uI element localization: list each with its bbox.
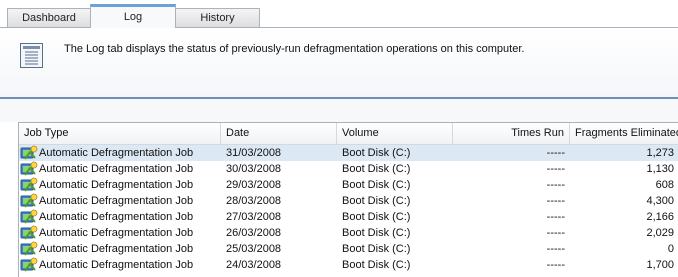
date-cell: 31/03/2008 — [226, 147, 282, 159]
fragments-eliminated-cell: 1,273 — [646, 147, 674, 159]
volume-cell: Boot Disk (C:) — [342, 179, 411, 191]
defrag-job-icon — [20, 209, 38, 225]
defrag-job-icon — [20, 177, 38, 193]
column-header-date[interactable]: Date — [221, 123, 337, 144]
table-row[interactable]: Automatic Defragmentation Job 25/03/2008 B… — [19, 241, 678, 257]
column-header-volume[interactable]: Volume — [337, 123, 453, 144]
defrag-job-icon — [20, 161, 38, 177]
table-row[interactable]: Automatic Defragmentation Job 28/03/2008 B… — [19, 193, 678, 209]
job-type-cell: Automatic Defragmentation Job — [39, 211, 194, 223]
job-type-cell: Automatic Defragmentation Job — [39, 195, 194, 207]
volume-cell: Boot Disk (C:) — [342, 147, 411, 159]
fragments-eliminated-cell: 1,130 — [646, 163, 674, 175]
date-cell: 25/03/2008 — [226, 243, 282, 255]
times-run-cell: ----- — [546, 227, 565, 239]
fragments-eliminated-cell: 1,700 — [646, 259, 674, 271]
date-cell: 26/03/2008 — [226, 227, 282, 239]
column-header-times-run[interactable]: Times Run — [453, 123, 570, 144]
panel-gap — [0, 99, 678, 122]
tab-dashboard[interactable]: Dashboard — [7, 8, 91, 27]
times-run-cell: ----- — [546, 163, 565, 175]
log-table[interactable]: Job Type Date Volume Times Run Fragments… — [18, 122, 678, 277]
tab-log[interactable]: Log — [90, 4, 176, 28]
job-type-cell: Automatic Defragmentation Job — [39, 147, 194, 159]
fragments-eliminated-cell: 0 — [667, 243, 674, 255]
defrag-job-icon — [20, 193, 38, 209]
date-cell: 30/03/2008 — [226, 163, 282, 175]
defrag-job-icon — [20, 225, 38, 241]
table-row[interactable]: Automatic Defragmentation Job 27/03/2008 B… — [19, 209, 678, 225]
column-header-job-type[interactable]: Job Type — [19, 123, 221, 144]
fragments-eliminated-cell: 4,300 — [646, 195, 674, 207]
times-run-cell: ----- — [546, 211, 565, 223]
table-row[interactable]: Automatic Defragmentation Job 26/03/2008 B… — [19, 225, 678, 241]
times-run-cell: ----- — [546, 147, 565, 159]
volume-cell: Boot Disk (C:) — [342, 163, 411, 175]
info-description: The Log tab displays the status of previ… — [64, 43, 525, 55]
info-panel — [0, 28, 678, 98]
date-cell: 28/03/2008 — [226, 195, 282, 207]
job-type-cell: Automatic Defragmentation Job — [39, 163, 194, 175]
defrag-job-icon — [20, 241, 38, 257]
volume-cell: Boot Disk (C:) — [342, 259, 411, 271]
times-run-cell: ----- — [546, 195, 565, 207]
defrag-job-icon — [20, 257, 38, 273]
defrag-job-icon — [20, 145, 38, 161]
fragments-eliminated-cell: 2,166 — [646, 211, 674, 223]
column-header-fragments-eliminated[interactable]: Fragments Eliminated — [570, 123, 678, 144]
date-cell: 29/03/2008 — [226, 179, 282, 191]
times-run-cell: ----- — [546, 243, 565, 255]
tab-strip: Dashboard Log History — [0, 0, 678, 28]
job-type-cell: Automatic Defragmentation Job — [39, 227, 194, 239]
job-type-cell: Automatic Defragmentation Job — [39, 259, 194, 271]
volume-cell: Boot Disk (C:) — [342, 243, 411, 255]
table-row[interactable]: Automatic Defragmentation Job 24/03/2008 B… — [19, 257, 678, 273]
table-row[interactable]: Automatic Defragmentation Job 29/03/2008 B… — [19, 177, 678, 193]
fragments-eliminated-cell: 608 — [655, 179, 674, 191]
table-row[interactable]: Automatic Defragmentation Job 30/03/2008 B… — [19, 161, 678, 177]
date-cell: 24/03/2008 — [226, 259, 282, 271]
table-row[interactable]: Automatic Defragmentation Job 31/03/2008 B… — [19, 145, 678, 161]
log-list-icon — [20, 43, 43, 68]
job-type-cell: Automatic Defragmentation Job — [39, 243, 194, 255]
times-run-cell: ----- — [546, 179, 565, 191]
times-run-cell: ----- — [546, 259, 565, 271]
volume-cell: Boot Disk (C:) — [342, 195, 411, 207]
job-type-cell: Automatic Defragmentation Job — [39, 179, 194, 191]
volume-cell: Boot Disk (C:) — [342, 211, 411, 223]
tab-history[interactable]: History — [175, 8, 260, 27]
date-cell: 27/03/2008 — [226, 211, 282, 223]
fragments-eliminated-cell: 2,029 — [646, 227, 674, 239]
table-header: Job Type Date Volume Times Run Fragments… — [19, 123, 678, 145]
volume-cell: Boot Disk (C:) — [342, 227, 411, 239]
